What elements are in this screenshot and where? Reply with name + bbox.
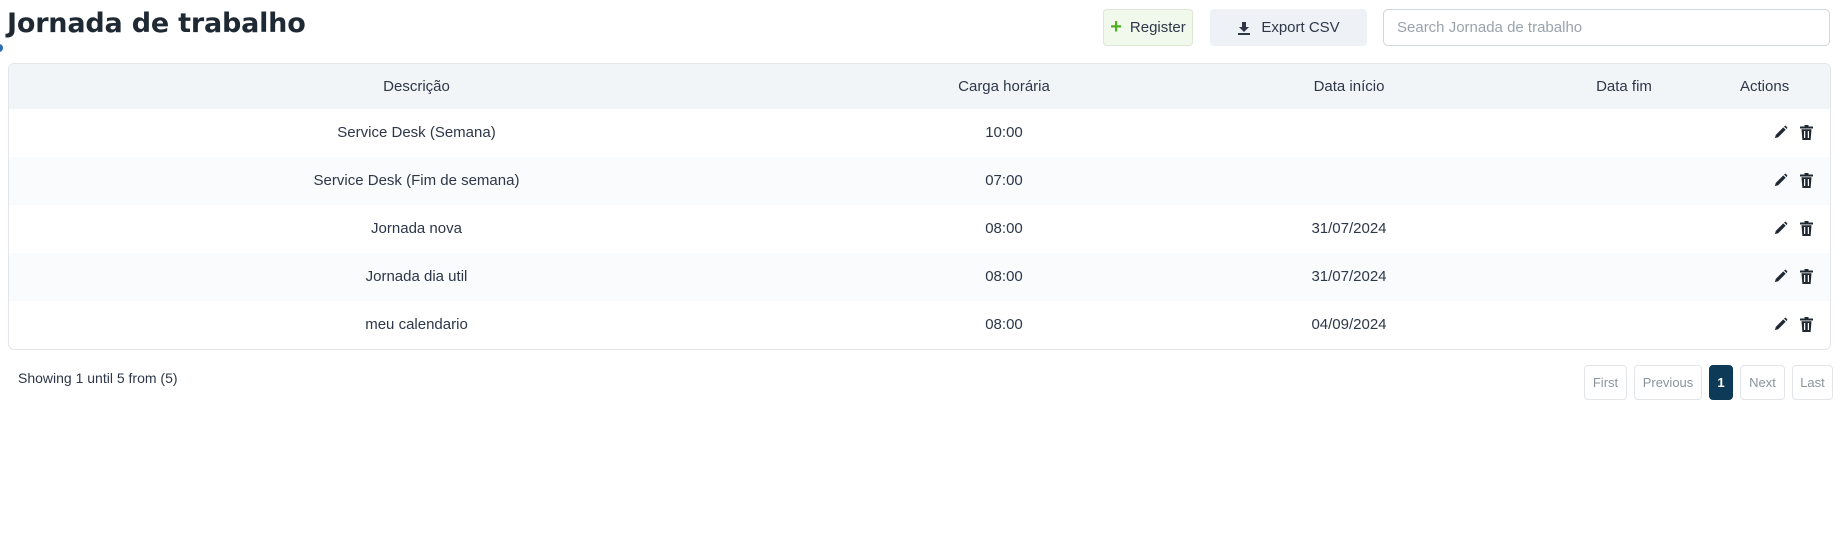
cell-descricao: meu calendario	[365, 315, 468, 333]
cell-data-inicio: 04/09/2024	[1311, 315, 1387, 333]
cell-carga-horaria: 08:00	[985, 315, 1023, 333]
pagination-last-button[interactable]: Last	[1792, 365, 1833, 400]
pagination-first-button[interactable]: First	[1584, 365, 1627, 400]
cell-carga-horaria: 07:00	[985, 171, 1023, 189]
pagination-summary: Showing 1 until 5 from (5)	[18, 370, 178, 386]
table-row: meu calendario 08:00 04/09/2024	[9, 301, 1830, 349]
table-row: Service Desk (Semana) 10:00	[9, 109, 1830, 157]
cell-actions	[1734, 253, 1830, 301]
cell-data-fim	[1514, 157, 1734, 205]
cell-actions	[1734, 109, 1830, 157]
cell-data-fim	[1514, 253, 1734, 301]
pencil-icon[interactable]	[1771, 123, 1789, 141]
pagination-page-1-button[interactable]: 1	[1709, 365, 1733, 400]
pencil-icon[interactable]	[1771, 315, 1789, 333]
trash-icon[interactable]	[1797, 315, 1815, 333]
trash-icon[interactable]	[1797, 267, 1815, 285]
cell-descricao: Jornada nova	[371, 219, 462, 237]
cell-actions	[1734, 157, 1830, 205]
data-table: Descrição Carga horária Data início Data…	[8, 63, 1831, 350]
plus-icon: +	[1110, 15, 1122, 38]
cell-actions	[1734, 301, 1830, 349]
pencil-icon[interactable]	[1771, 219, 1789, 237]
cell-carga-horaria: 08:00	[985, 267, 1023, 285]
cell-data-inicio	[1184, 157, 1514, 205]
cell-carga-horaria: 10:00	[985, 123, 1023, 141]
column-header-data-fim[interactable]: Data fim	[1514, 64, 1734, 109]
trash-icon[interactable]	[1797, 171, 1815, 189]
column-header-actions: Actions	[1740, 78, 1790, 95]
column-header-data-inicio[interactable]: Data início	[1184, 64, 1514, 109]
page: Jornada de trabalho + Register Export CS…	[0, 0, 1842, 550]
pagination-previous-button[interactable]: Previous	[1634, 365, 1702, 400]
cell-data-inicio: 31/07/2024	[1311, 267, 1387, 285]
pagination: First Previous 1 Next Last	[1584, 365, 1833, 400]
table-header-row: Descrição Carga horária Data início Data…	[9, 64, 1830, 109]
side-indicator-dot	[0, 44, 3, 52]
register-button-label: Register	[1129, 19, 1186, 36]
trash-icon[interactable]	[1797, 219, 1815, 237]
cell-carga-horaria: 08:00	[985, 219, 1023, 237]
column-header-carga-horaria[interactable]: Carga horária	[824, 64, 1184, 109]
cell-data-fim	[1514, 109, 1734, 157]
cell-descricao: Service Desk (Fim de semana)	[313, 171, 520, 189]
export-csv-button[interactable]: Export CSV	[1210, 9, 1367, 46]
cell-descricao: Jornada dia util	[365, 267, 468, 285]
table-row: Jornada dia util 08:00 31/07/2024	[9, 253, 1830, 301]
export-csv-button-label: Export CSV	[1261, 19, 1340, 36]
table-row: Service Desk (Fim de semana) 07:00	[9, 157, 1830, 205]
pagination-next-button[interactable]: Next	[1740, 365, 1785, 400]
cell-actions	[1734, 205, 1830, 253]
cell-data-fim	[1514, 205, 1734, 253]
table-row: Jornada nova 08:00 31/07/2024	[9, 205, 1830, 253]
column-header-descricao[interactable]: Descrição	[9, 64, 824, 109]
search-input[interactable]	[1383, 9, 1830, 46]
trash-icon[interactable]	[1797, 123, 1815, 141]
cell-descricao: Service Desk (Semana)	[337, 123, 496, 141]
cell-data-inicio: 31/07/2024	[1311, 219, 1387, 237]
cell-data-fim	[1514, 301, 1734, 349]
cell-data-inicio	[1184, 109, 1514, 157]
pencil-icon[interactable]	[1771, 267, 1789, 285]
register-button[interactable]: + Register	[1103, 9, 1193, 46]
download-icon	[1237, 21, 1251, 35]
page-title: Jornada de trabalho	[7, 8, 306, 39]
pencil-icon[interactable]	[1771, 171, 1789, 189]
